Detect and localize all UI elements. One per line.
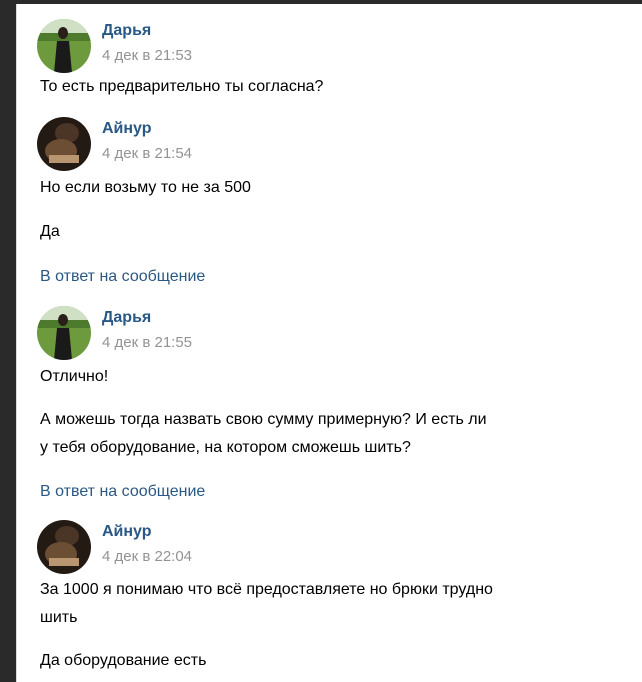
avatar[interactable] bbox=[37, 520, 91, 574]
message-text: шить bbox=[40, 609, 78, 626]
message-header: Айнур 4 дек в 21:54 bbox=[37, 117, 337, 171]
chat-window: Дарья 4 дек в 21:53 То есть предваритель… bbox=[16, 4, 642, 682]
message-text: То есть предварительно ты согласна? bbox=[40, 78, 324, 95]
reply-link[interactable]: В ответ на сообщение bbox=[40, 268, 205, 286]
message-text: А можешь тогда назвать свою сумму пример… bbox=[40, 411, 487, 428]
avatar[interactable] bbox=[37, 19, 91, 73]
message-date[interactable]: 4 дек в 21:53 bbox=[102, 47, 192, 64]
message-text: Отлично! bbox=[40, 368, 109, 385]
message-text: Но если возьму то не за 500 bbox=[40, 179, 251, 196]
avatar[interactable] bbox=[37, 117, 91, 171]
reply-link[interactable]: В ответ на сообщение bbox=[40, 483, 205, 501]
message-text: Да оборудование есть bbox=[40, 652, 207, 669]
message-text: Да bbox=[40, 223, 60, 240]
message-date[interactable]: 4 дек в 22:04 bbox=[102, 548, 192, 565]
message-text: За 1000 я понимаю что всё предоставляете… bbox=[40, 581, 493, 598]
author-name[interactable]: Айнур bbox=[102, 523, 152, 541]
message-header: Дарья 4 дек в 21:55 bbox=[37, 306, 337, 360]
author-name[interactable]: Дарья bbox=[102, 22, 151, 40]
avatar[interactable] bbox=[37, 306, 91, 360]
author-name[interactable]: Дарья bbox=[102, 309, 151, 327]
message-header: Айнур 4 дек в 22:04 bbox=[37, 520, 337, 574]
author-name[interactable]: Айнур bbox=[102, 120, 152, 138]
message-date[interactable]: 4 дек в 21:54 bbox=[102, 145, 192, 162]
message-header: Дарья 4 дек в 21:53 bbox=[37, 19, 337, 73]
message-text: у тебя оборудование, на котором сможешь … bbox=[40, 439, 411, 456]
message-date[interactable]: 4 дек в 21:55 bbox=[102, 334, 192, 351]
